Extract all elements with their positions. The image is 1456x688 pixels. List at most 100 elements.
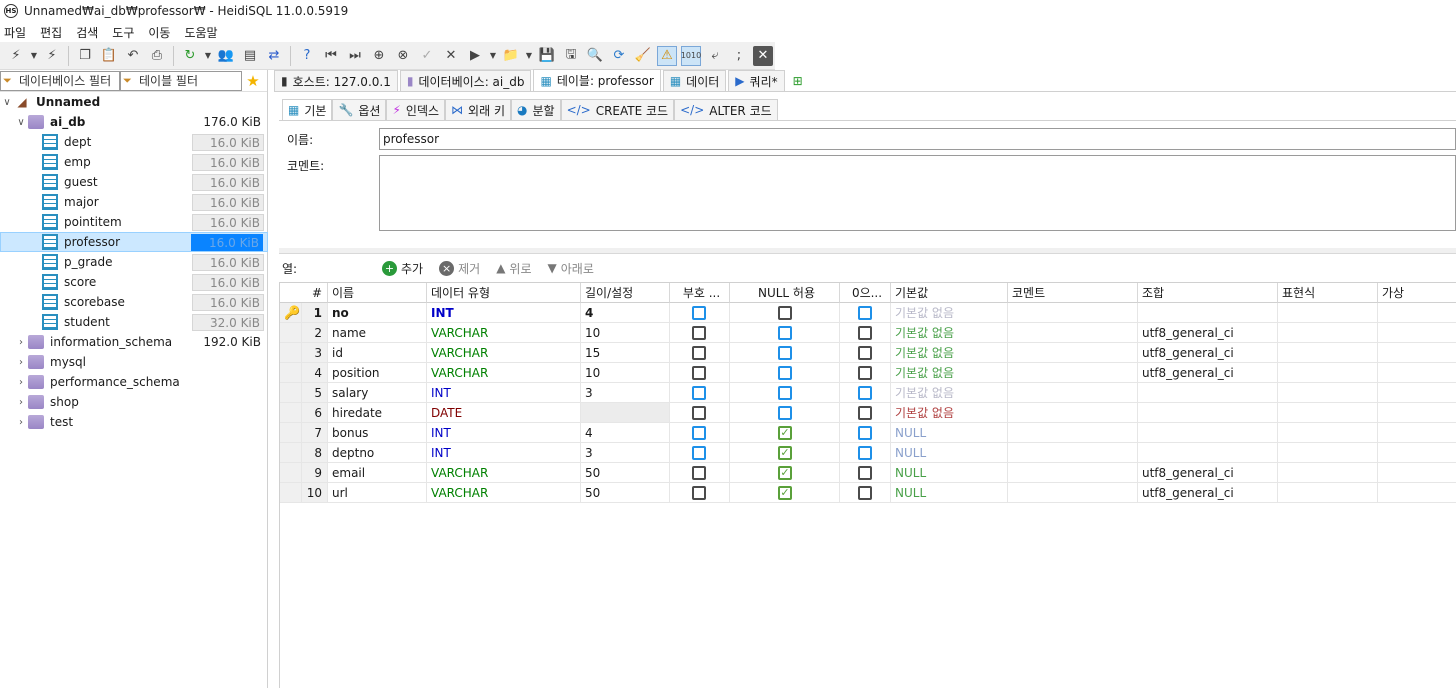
zerofill-checkbox[interactable] — [858, 366, 872, 380]
zerofill-checkbox[interactable] — [858, 426, 872, 440]
unsigned-checkbox[interactable] — [692, 386, 706, 400]
paste-icon[interactable]: 📋 — [99, 46, 119, 66]
zerofill-checkbox[interactable] — [858, 466, 872, 480]
copy-icon[interactable]: ❐ — [75, 46, 95, 66]
tab-host[interactable]: ▮ 호스트: 127.0.0.1 — [274, 70, 398, 91]
tree-database[interactable]: › performance_schema — [0, 372, 268, 392]
maintenance-icon[interactable]: ▤ — [240, 46, 260, 66]
warning-icon[interactable]: ⚠ — [657, 45, 677, 66]
virtuality-cell[interactable] — [1378, 483, 1456, 503]
post-icon[interactable]: ✓ — [417, 46, 437, 66]
expression-cell[interactable] — [1278, 323, 1378, 343]
chevron-down-icon[interactable]: ▼ — [525, 46, 533, 66]
zerofill-checkbox[interactable] — [858, 346, 872, 360]
tab-indexes[interactable]: ⚡ 인덱스 — [386, 99, 446, 120]
table-row[interactable]: 4 position VARCHAR 10 기본값 없음 utf8_genera… — [280, 363, 1456, 383]
new-query-tab-button[interactable]: ⊞ — [787, 70, 814, 91]
expression-cell[interactable] — [1278, 403, 1378, 423]
comment-cell[interactable] — [1008, 323, 1138, 343]
cancel-icon[interactable]: ✕ — [441, 46, 461, 66]
allow-null-checkbox-checked[interactable]: ✓ — [778, 426, 792, 440]
table-row[interactable]: 2 name VARCHAR 10 기본값 없음 utf8_general_ci — [280, 323, 1456, 343]
table-row[interactable]: 10 url VARCHAR 50 ✓ NULL utf8_general_ci — [280, 483, 1456, 503]
unsigned-checkbox[interactable] — [692, 406, 706, 420]
replace-icon[interactable]: ⟳ — [609, 46, 629, 66]
undo-icon[interactable]: ↶ — [123, 46, 143, 66]
table-name-input[interactable]: professor — [379, 128, 1456, 150]
allow-null-checkbox[interactable] — [778, 326, 792, 340]
wrap-icon[interactable]: ⤶ — [705, 46, 725, 66]
insert-row-icon[interactable]: ⊕ — [369, 46, 389, 66]
open-folder-icon[interactable]: 📁 — [501, 46, 521, 66]
zerofill-checkbox[interactable] — [858, 326, 872, 340]
comment-cell[interactable] — [1008, 403, 1138, 423]
virtuality-cell[interactable] — [1378, 343, 1456, 363]
chevron-down-icon[interactable]: ▼ — [204, 46, 212, 66]
clear-icon[interactable]: 🧹 — [633, 46, 653, 66]
header-comment[interactable]: 코멘트 — [1008, 283, 1138, 303]
expression-cell[interactable] — [1278, 483, 1378, 503]
tree-database[interactable]: › information_schema 192.0 KiB — [0, 332, 268, 352]
expression-cell[interactable] — [1278, 363, 1378, 383]
expression-cell[interactable] — [1278, 463, 1378, 483]
tab-table[interactable]: ▦ 테이블: professor — [533, 69, 661, 91]
tree-database[interactable]: › mysql — [0, 352, 268, 372]
last-record-icon[interactable]: ⏭ — [345, 46, 365, 66]
virtuality-cell[interactable] — [1378, 423, 1456, 443]
tab-database[interactable]: ▮ 데이터베이스: ai_db — [399, 70, 532, 91]
disconnect-icon[interactable]: ⚡ — [42, 46, 62, 66]
unsigned-checkbox[interactable] — [692, 466, 706, 480]
tab-foreign-keys[interactable]: ⋈ 외래 키 — [445, 99, 511, 120]
tree-table[interactable]: dept 16.0 KiB — [0, 132, 268, 152]
chevron-right-icon[interactable]: › — [14, 377, 28, 388]
comment-cell[interactable] — [1008, 303, 1138, 323]
move-up-button[interactable]: ▲ 위로 — [496, 260, 531, 277]
table-row[interactable]: 8 deptno INT 3 ✓ NULL — [280, 443, 1456, 463]
comment-cell[interactable] — [1008, 423, 1138, 443]
header-virtuality[interactable]: 가상 — [1378, 283, 1456, 303]
connect-icon[interactable]: ⚡ — [6, 46, 26, 66]
binary-icon[interactable]: 1010 — [681, 45, 701, 66]
header-expression[interactable]: 표현식 — [1278, 283, 1378, 303]
chevron-right-icon[interactable]: › — [14, 337, 28, 348]
chevron-down-icon[interactable]: ∨ — [14, 117, 28, 128]
allow-null-checkbox-checked[interactable]: ✓ — [778, 466, 792, 480]
tree-database-ai-db[interactable]: ∨ ai_db 176.0 KiB — [0, 112, 268, 132]
chevron-down-icon[interactable]: ▼ — [489, 46, 497, 66]
find-icon[interactable]: 🔍 — [585, 46, 605, 66]
allow-null-checkbox[interactable] — [778, 406, 792, 420]
run-icon[interactable]: ▶ — [465, 46, 485, 66]
save-as-icon[interactable]: 🖫 — [561, 46, 581, 66]
table-row[interactable]: 5 salary INT 3 기본값 없음 — [280, 383, 1456, 403]
comment-cell[interactable] — [1008, 383, 1138, 403]
zerofill-checkbox[interactable] — [858, 386, 872, 400]
zerofill-checkbox[interactable] — [858, 486, 872, 500]
chevron-right-icon[interactable]: › — [14, 357, 28, 368]
favorites-star-icon[interactable]: ★ — [242, 72, 264, 90]
table-comment-textarea[interactable] — [379, 155, 1456, 231]
tab-query[interactable]: ▶ 쿼리* — [728, 70, 785, 91]
header-allow-null[interactable]: NULL 허용 — [730, 283, 840, 303]
expression-cell[interactable] — [1278, 383, 1378, 403]
tree-table-selected[interactable]: professor 16.0 KiB — [0, 232, 268, 252]
expression-cell[interactable] — [1278, 343, 1378, 363]
user-manager-icon[interactable]: 👥 — [216, 46, 236, 66]
tab-basic[interactable]: ▦ 기본 — [282, 99, 333, 120]
comment-cell[interactable] — [1008, 363, 1138, 383]
remove-column-button[interactable]: × 제거 — [439, 260, 480, 277]
menu-search[interactable]: 검색 — [76, 24, 98, 41]
tree-table[interactable]: score 16.0 KiB — [0, 272, 268, 292]
tree-table[interactable]: scorebase 16.0 KiB — [0, 292, 268, 312]
unsigned-checkbox[interactable] — [692, 326, 706, 340]
virtuality-cell[interactable] — [1378, 443, 1456, 463]
tab-options[interactable]: 🔧 옵션 — [332, 99, 387, 120]
database-filter-input[interactable]: ⏷ 데이터베이스 필터 — [0, 70, 120, 91]
move-down-button[interactable]: ▼ 아래로 — [548, 260, 594, 277]
tree-table[interactable]: emp 16.0 KiB — [0, 152, 268, 172]
semicolon-icon[interactable]: ; — [729, 46, 749, 66]
refresh-icon[interactable]: ↻ — [180, 46, 200, 66]
close-query-icon[interactable]: ✕ — [753, 45, 773, 66]
table-row[interactable]: 3 id VARCHAR 15 기본값 없음 utf8_general_ci — [280, 343, 1456, 363]
expression-cell[interactable] — [1278, 443, 1378, 463]
unsigned-checkbox[interactable] — [692, 446, 706, 460]
